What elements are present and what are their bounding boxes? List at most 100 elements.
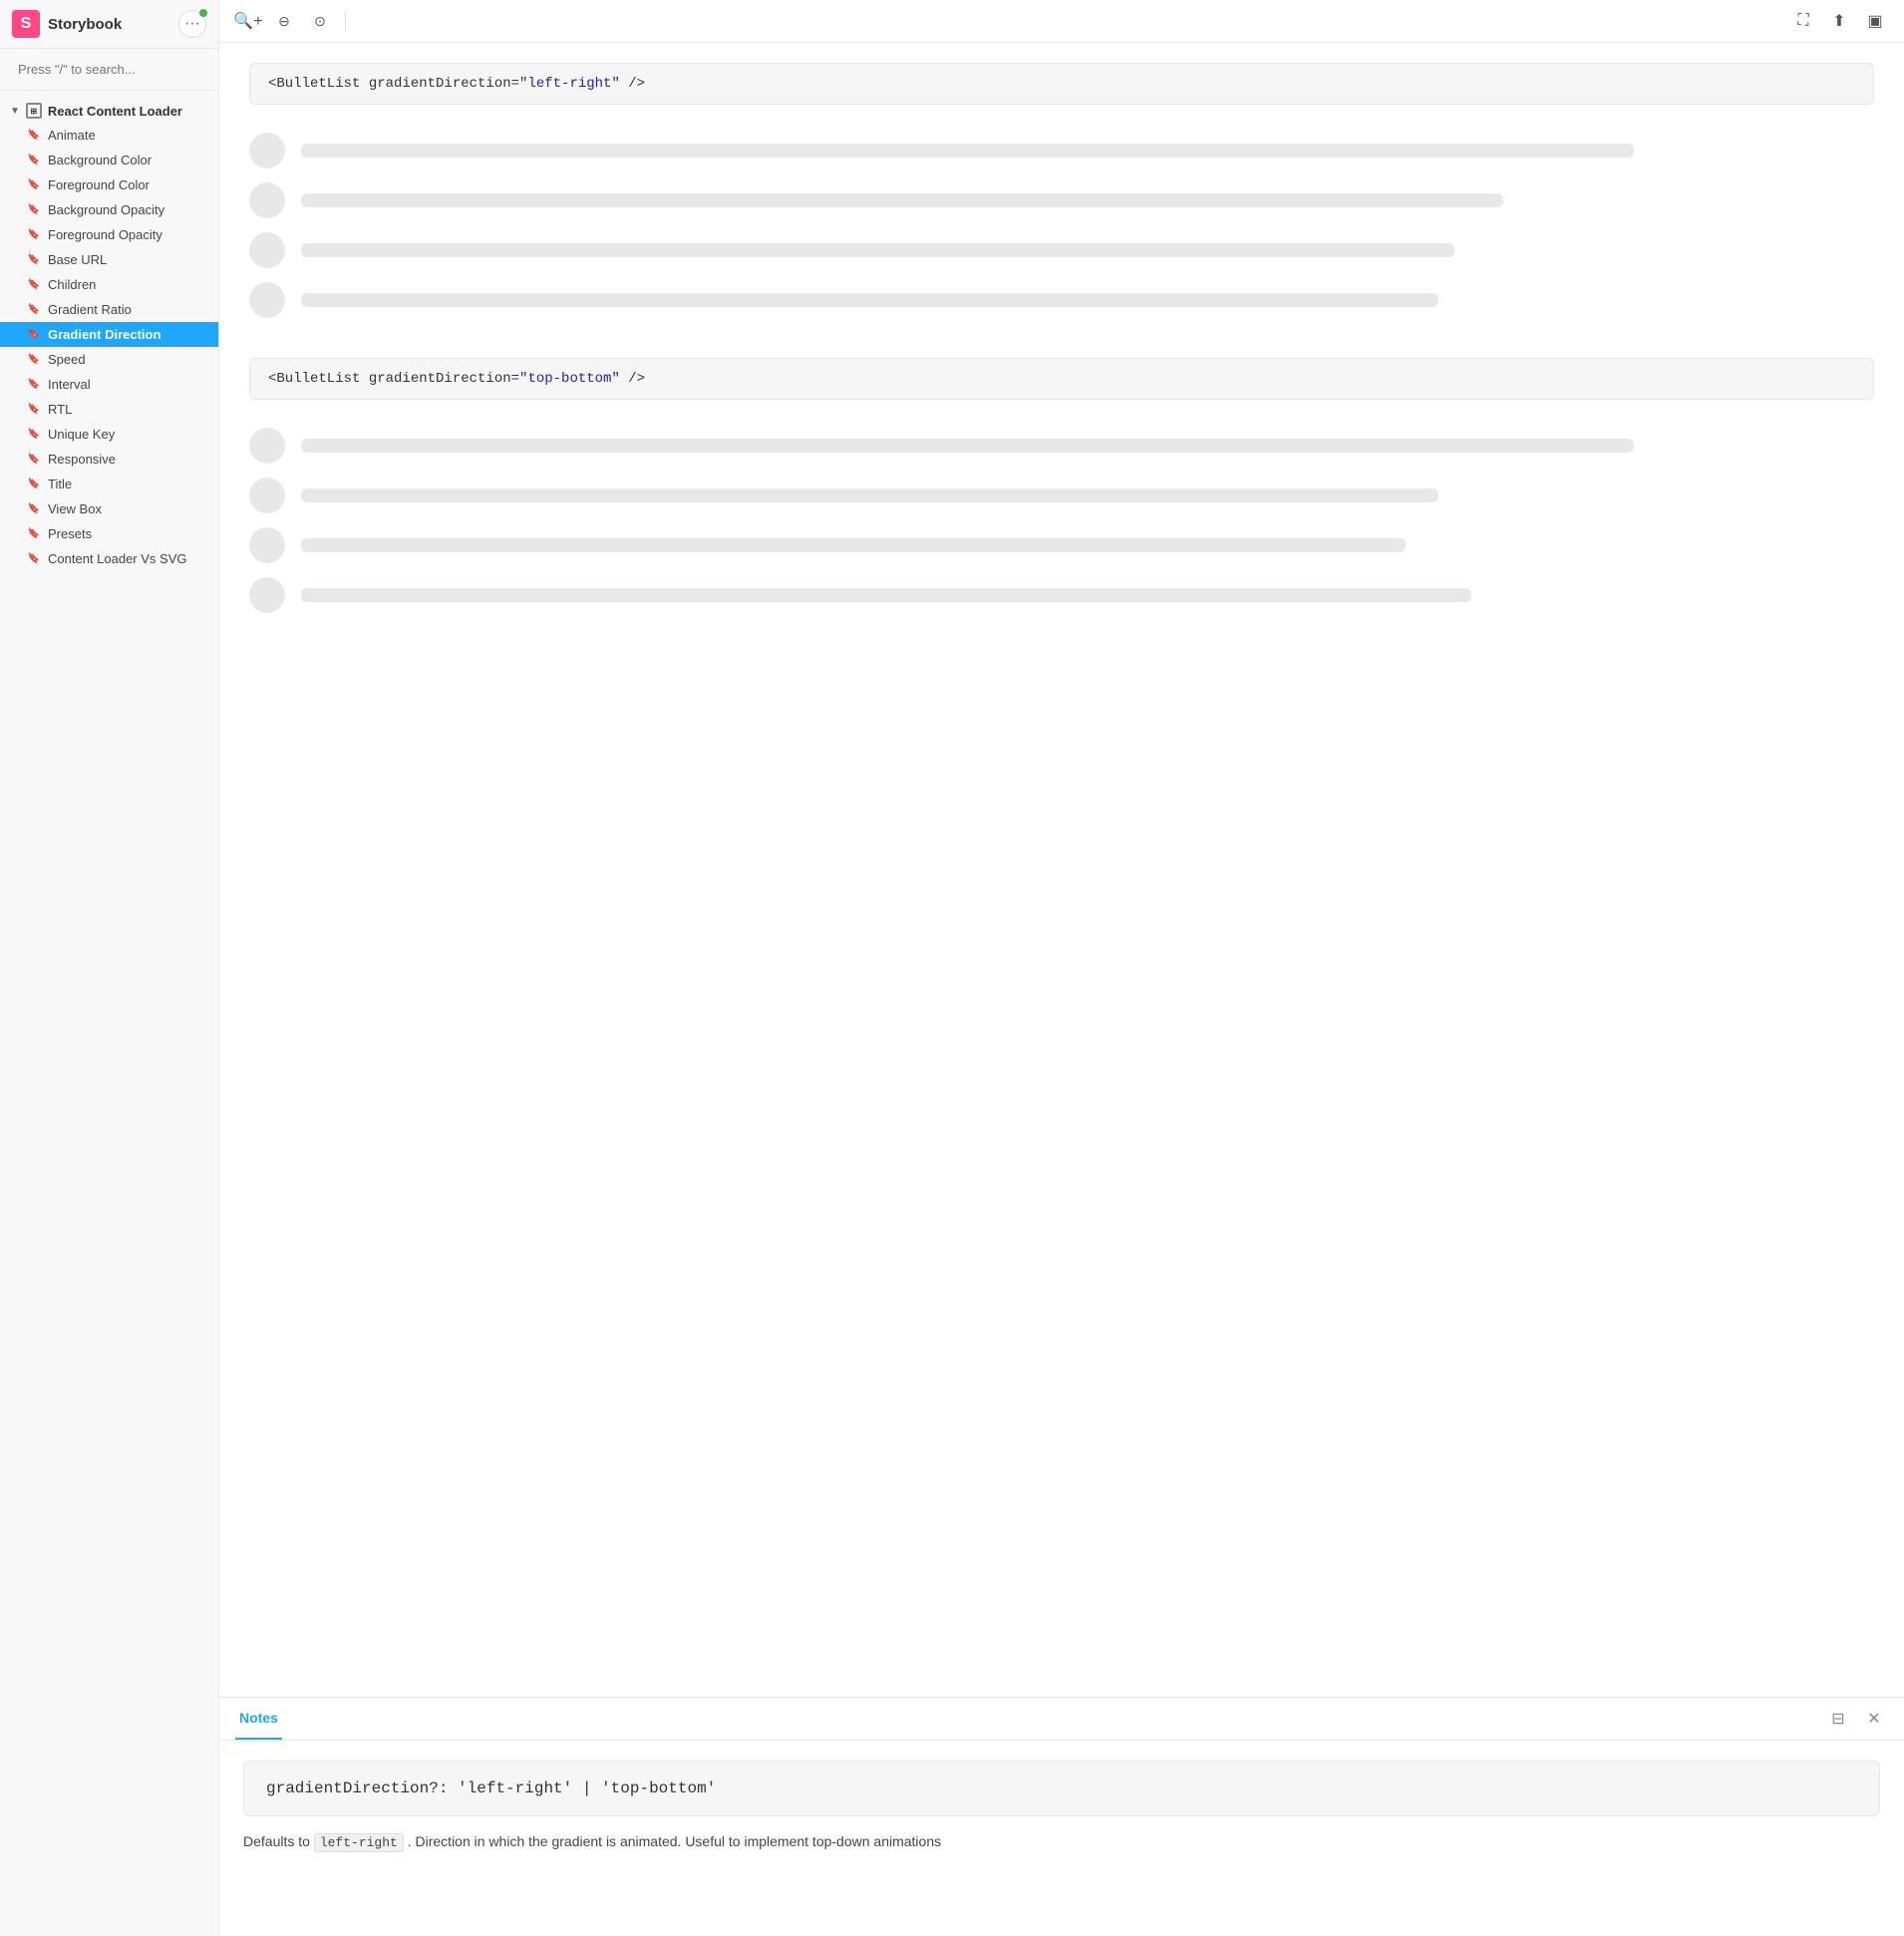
- bullet-item: [249, 133, 1874, 168]
- bullet-circle: [249, 527, 285, 563]
- sidebar-item-label: View Box: [48, 501, 102, 516]
- bookmark-icon: 🔖: [28, 278, 40, 292]
- sidebar: S Storybook ··· ▼ ⊞ React Content Loader…: [0, 0, 219, 1936]
- bookmark-icon: 🔖: [28, 378, 40, 392]
- code-text-suffix2: />: [620, 371, 645, 387]
- sidebar-item-label: RTL: [48, 402, 72, 417]
- share-button[interactable]: ⬆: [1824, 6, 1854, 36]
- nav-group-label: React Content Loader: [48, 104, 182, 119]
- panel-split-button[interactable]: ⊟: [1824, 1705, 1852, 1733]
- storybook-logo-text: Storybook: [48, 16, 122, 33]
- code-text-prefix: <BulletList gradientDirection=: [268, 76, 519, 92]
- sidebar-item-foreground-color[interactable]: 🔖Foreground Color: [0, 172, 218, 197]
- zoom-out-button[interactable]: ⊖: [269, 6, 299, 36]
- demo-section-left-right: <BulletList gradientDirection="left-righ…: [249, 63, 1874, 328]
- sidebar-item-title[interactable]: 🔖Title: [0, 472, 218, 496]
- bullet-circle: [249, 478, 285, 513]
- bullet-circle: [249, 282, 285, 318]
- bullet-item: [249, 428, 1874, 464]
- panel-split-icon: ⊟: [1831, 1709, 1844, 1729]
- sidebar-toggle-button[interactable]: ▣: [1860, 6, 1890, 36]
- toolbar: 🔍+ ⊖ ⊙ ⛶ ⬆ ▣: [219, 0, 1904, 43]
- bullet-list-top-bottom: [249, 418, 1874, 623]
- bookmark-icon: 🔖: [28, 453, 40, 467]
- bullet-line: [301, 488, 1438, 502]
- bullet-circle: [249, 133, 285, 168]
- sidebar-item-presets[interactable]: 🔖Presets: [0, 521, 218, 546]
- more-options-button[interactable]: ···: [178, 10, 206, 38]
- zoom-reset-icon: ⊙: [314, 13, 326, 30]
- bullet-line: [301, 588, 1471, 602]
- bookmark-icon: 🔖: [28, 203, 40, 217]
- bullet-item: [249, 527, 1874, 563]
- bookmark-icon: 🔖: [28, 403, 40, 417]
- notes-close-button[interactable]: ✕: [1860, 1705, 1888, 1733]
- bullet-item: [249, 577, 1874, 613]
- bullet-circle: [249, 428, 285, 464]
- fullscreen-button[interactable]: ⛶: [1788, 6, 1818, 36]
- bullet-line: [301, 243, 1454, 257]
- bookmark-icon: 🔖: [28, 228, 40, 242]
- sidebar-item-content-loader-vs-svg[interactable]: 🔖Content Loader Vs SVG: [0, 546, 218, 571]
- bookmark-icon: 🔖: [28, 303, 40, 317]
- sidebar-item-interval[interactable]: 🔖 Interval: [0, 372, 218, 397]
- toolbar-right: ⛶ ⬆ ▣: [1788, 6, 1890, 36]
- search-input[interactable]: [10, 57, 208, 82]
- fullscreen-icon: ⛶: [1797, 12, 1808, 30]
- sidebar-item-label: Gradient Direction: [48, 327, 160, 342]
- sidebar-item-label: Title: [48, 477, 72, 491]
- bullet-item: [249, 182, 1874, 218]
- sidebar-item-children[interactable]: 🔖Children: [0, 272, 218, 297]
- nav-group-header[interactable]: ▼ ⊞ React Content Loader: [0, 99, 218, 123]
- zoom-reset-button[interactable]: ⊙: [305, 6, 335, 36]
- bullet-circle: [249, 232, 285, 268]
- sidebar-logo: S Storybook: [12, 10, 122, 38]
- code-label-left-right: <BulletList gradientDirection="left-righ…: [249, 63, 1874, 105]
- ellipsis-icon: ···: [184, 15, 200, 33]
- bookmark-icon: 🔖: [28, 552, 40, 566]
- zoom-in-icon: 🔍+: [233, 11, 262, 31]
- bookmark-icon: 🔖: [28, 353, 40, 367]
- sidebar-item-base-url[interactable]: 🔖Base URL: [0, 247, 218, 272]
- sidebar-item-label: Background Color: [48, 153, 152, 167]
- group-icon: ⊞: [26, 103, 42, 119]
- sidebar-item-gradient-ratio[interactable]: 🔖Gradient Ratio: [0, 297, 218, 322]
- bullet-item: [249, 232, 1874, 268]
- bullet-line: [301, 144, 1634, 158]
- sidebar-header: S Storybook ···: [0, 0, 218, 49]
- sidebar-item-unique-key[interactable]: 🔖 Unique Key: [0, 422, 218, 447]
- zoom-in-button[interactable]: 🔍+: [233, 6, 263, 36]
- code-value-top-bottom: "top-bottom": [519, 371, 620, 387]
- sidebar-item-view-box[interactable]: 🔖 View Box: [0, 496, 218, 521]
- bullet-item: [249, 282, 1874, 318]
- sidebar-item-label: Unique Key: [48, 427, 115, 442]
- bullet-line: [301, 538, 1406, 552]
- sidebar-item-label: Interval: [48, 377, 91, 392]
- demo-section-top-bottom: <BulletList gradientDirection="top-botto…: [249, 358, 1874, 623]
- notes-tabs: Notes ⊟ ✕: [219, 1698, 1904, 1741]
- bookmark-icon: 🔖: [28, 502, 40, 516]
- status-dot: [199, 9, 207, 17]
- sidebar-item-gradient-direction[interactable]: 🔖Gradient Direction: [0, 322, 218, 347]
- sidebar-item-label: Responsive: [48, 452, 116, 467]
- sidebar-item-label: Speed: [48, 352, 86, 367]
- bullet-line: [301, 439, 1634, 453]
- sidebar-item-rtl[interactable]: 🔖 RTL: [0, 397, 218, 422]
- sidebar-item-responsive[interactable]: 🔖 Responsive: [0, 447, 218, 472]
- bookmark-icon: 🔖: [28, 428, 40, 442]
- bullet-circle: [249, 577, 285, 613]
- sidebar-item-speed[interactable]: 🔖 Speed: [0, 347, 218, 372]
- sidebar-item-animate[interactable]: 🔖Animate: [0, 123, 218, 148]
- sidebar-item-background-color[interactable]: 🔖Background Color: [0, 148, 218, 172]
- bullet-list-left-right: [249, 123, 1874, 328]
- zoom-out-icon: ⊖: [278, 13, 290, 30]
- chevron-down-icon: ▼: [10, 106, 20, 117]
- sidebar-item-foreground-opacity[interactable]: 🔖Foreground Opacity: [0, 222, 218, 247]
- content-area: <BulletList gradientDirection="left-righ…: [219, 43, 1904, 1697]
- sidebar-item-label: Animate: [48, 128, 96, 143]
- sidebar-item-background-opacity[interactable]: 🔖Background Opacity: [0, 197, 218, 222]
- nav-items-list: 🔖Animate🔖Background Color🔖Foreground Col…: [0, 123, 218, 571]
- notes-tab[interactable]: Notes: [235, 1698, 282, 1740]
- code-value-left-right: "left-right": [519, 76, 620, 92]
- sidebar-item-label: Foreground Color: [48, 177, 150, 192]
